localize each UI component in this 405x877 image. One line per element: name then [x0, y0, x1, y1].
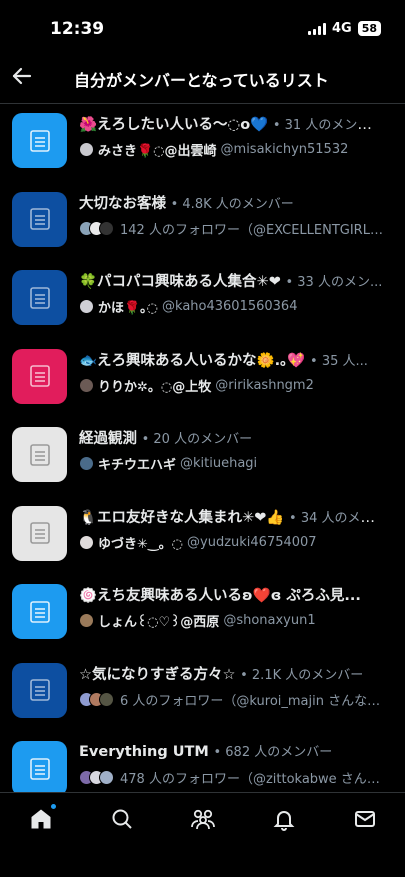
bottom-tab-bar: [0, 792, 405, 877]
list-member-count: • 31 人のメンバー: [272, 118, 383, 133]
search-icon: [112, 809, 132, 829]
owner-name: みさき🌹◌@出雲崎: [98, 144, 217, 159]
list-member-count: • 35 人...: [310, 353, 368, 369]
list-name: 経過観測: [79, 431, 137, 447]
list-item[interactable]: 経過観測 • 20 人のメンバー キチウエハギ @kitiuehagi: [0, 418, 405, 497]
owner-handle: @ririkashngm2: [215, 377, 314, 393]
owner-handle: @kitiuehagi: [180, 456, 258, 471]
list-thumbnail: [12, 270, 67, 325]
status-time: 12:39: [50, 19, 105, 39]
tab-notifications[interactable]: [270, 805, 298, 833]
notification-dot: [50, 803, 57, 810]
list-name: 🐟えろ興味ある人いるかな🌼.｡💖: [79, 352, 306, 369]
list-icon: [29, 522, 50, 544]
list-name: ☆気になりすぎる方々☆: [79, 666, 236, 683]
communities-icon: [191, 809, 215, 830]
header: 自分がメンバーとなっているリスト: [0, 60, 405, 98]
owner-handle: @kaho43601560364: [162, 299, 298, 314]
status-bar: 12:39 4G 58: [0, 0, 405, 60]
back-arrow-icon[interactable]: [10, 64, 34, 88]
follower-avatars: [79, 770, 116, 785]
messages-icon: [355, 811, 375, 827]
battery-icon: 58: [357, 21, 381, 36]
list-icon: [29, 286, 50, 309]
list-member-count: • 4.8K 人のメンバー: [170, 196, 294, 212]
status-indicators: 4G 58: [307, 21, 381, 36]
list-member-count: • 33 人のメン...: [285, 275, 383, 290]
list-name: 🐧エロ友好きな人集まれ✳︎❤👍: [79, 509, 285, 526]
list-thumbnail: [12, 741, 67, 796]
notifications-icon: [273, 811, 295, 831]
owner-name: ゆづき✳︎︎‿。◌: [98, 536, 184, 552]
avatar: [79, 299, 94, 314]
list-name: 🌺えろしたい人いる〜◌o💙: [79, 117, 269, 133]
tab-home[interactable]: [27, 803, 57, 833]
list-name: 大切なお客様: [79, 195, 166, 212]
follower-avatars: [79, 691, 116, 707]
list-name: 🍀パコパコ興味ある人集合✳︎❤: [79, 274, 281, 290]
signal-icon: [307, 22, 326, 35]
list-icon: [29, 208, 50, 230]
avatar: [79, 534, 94, 550]
tab-communities[interactable]: [189, 805, 217, 833]
follower-avatars: [79, 220, 116, 236]
list-item[interactable]: ☆気になりすぎる方々☆ • 2.1K 人のメンバー 6 人のフォロワー（@kur…: [0, 654, 405, 733]
list-item[interactable]: 🍥えち友興味ある人いるʚ❤️ɞ ぷろふ見... しょん꒰◌♡꒱@西原 @shona…: [0, 575, 405, 654]
list-thumbnail: [12, 427, 67, 482]
list-icon: [29, 600, 50, 623]
list-name: Everything UTM: [79, 744, 209, 760]
owner-handle: @shonaxyun1: [223, 613, 316, 628]
list-thumbnail: [12, 662, 67, 718]
owner-name: キチウエハギ: [98, 458, 177, 473]
list-member-count: • 20 人のメンバー: [141, 432, 253, 447]
owner-handle: @yudzuki46754007: [187, 534, 317, 550]
network-type: 4G: [331, 21, 352, 36]
list-icon: [29, 365, 50, 387]
tab-search[interactable]: [108, 805, 136, 833]
list-icon: [29, 129, 50, 152]
page-title: 自分がメンバーとなっているリスト: [74, 71, 329, 90]
list-item[interactable]: 🐧エロ友好きな人集まれ✳︎❤👍 • 34 人のメン... ゆづき✳︎︎‿。◌ @y…: [0, 497, 405, 576]
avatar: [79, 142, 94, 157]
lists-container: 🌺えろしたい人いる〜◌o💙 • 31 人のメンバー みさき🌹◌@出雲崎 @misa…: [0, 104, 405, 811]
list-name: 🍥えち友興味ある人いるʚ❤️ɞ ぷろふ見...: [79, 588, 361, 604]
list-item[interactable]: 🐟えろ興味ある人いるかな🌼.｡💖 • 35 人... りりか✲。◌@上牧 @rir…: [0, 340, 405, 419]
avatar: [79, 613, 94, 628]
tab-messages[interactable]: [351, 805, 379, 833]
avatar: [79, 377, 94, 393]
owner-handle: @misakichyn51532: [220, 142, 349, 157]
list-item[interactable]: 🌺えろしたい人いる〜◌o💙 • 31 人のメンバー みさき🌹◌@出雲崎 @misa…: [0, 104, 405, 183]
list-thumbnail: [12, 584, 67, 639]
list-member-count: • 34 人のメン...: [289, 510, 383, 526]
list-item[interactable]: 大切なお客様 • 4.8K 人のメンバー 142 人のフォロワー（@EXCELL…: [0, 183, 405, 262]
list-thumbnail: [12, 348, 67, 404]
owner-name: しょん꒰◌♡꒱@西原: [98, 615, 220, 630]
home-icon: [31, 809, 51, 829]
list-icon: [29, 679, 50, 701]
list-item[interactable]: 🍀パコパコ興味ある人集合✳︎❤ • 33 人のメン... かほ🌹｡◌ @kaho4…: [0, 261, 405, 340]
list-icon: [29, 757, 50, 780]
list-thumbnail: [12, 191, 67, 247]
list-thumbnail: [12, 505, 67, 561]
follower-count: 142 人のフォロワー（@EXCELLENTGIRLS_...: [120, 222, 383, 238]
follower-count: 6 人のフォロワー（@kuroi_majin さんなど）: [120, 693, 383, 709]
follower-count: 478 人のフォロワー（@zittokabwe さんなど）: [120, 772, 383, 787]
owner-name: りりか✲。◌@上牧: [98, 379, 212, 395]
list-thumbnail: [12, 113, 67, 168]
list-icon: [29, 443, 50, 466]
avatar: [79, 456, 94, 471]
owner-name: かほ🌹｡◌: [98, 301, 159, 316]
list-member-count: • 2.1K 人のメンバー: [240, 667, 364, 683]
list-member-count: • 682 人のメンバー: [213, 745, 333, 760]
